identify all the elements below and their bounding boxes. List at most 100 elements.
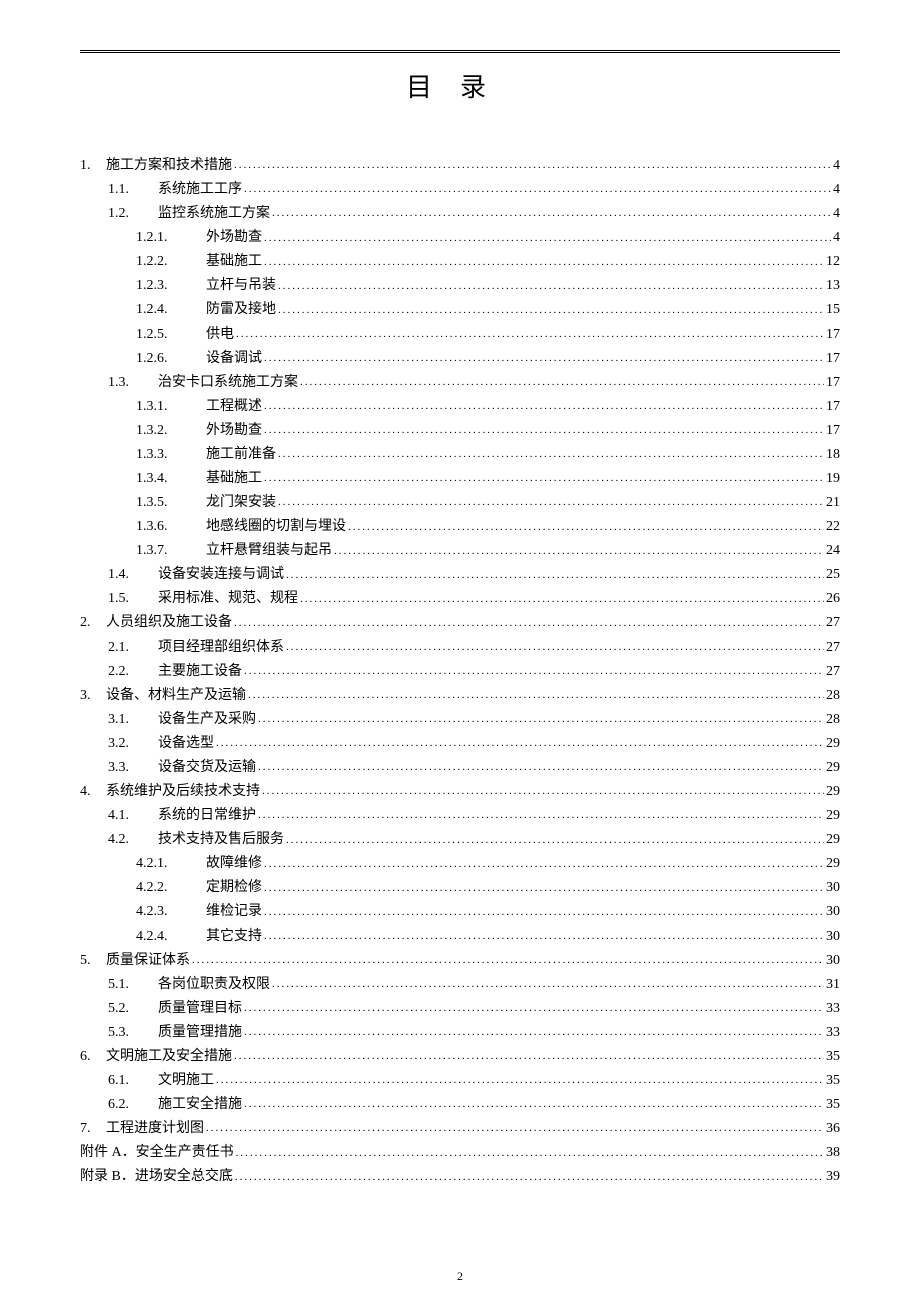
toc-page: 27 bbox=[826, 611, 840, 635]
toc-page: 24 bbox=[826, 539, 840, 563]
toc-entry[interactable]: 5.质量保证体系30 bbox=[80, 949, 840, 973]
toc-leader-dots bbox=[234, 1045, 824, 1069]
toc-number: 1.3. bbox=[108, 371, 158, 395]
toc-entry[interactable]: 1.1.系统施工工序4 bbox=[80, 178, 840, 202]
toc-number: 4. bbox=[80, 780, 106, 804]
toc-entry[interactable]: 4.2.3.维检记录30 bbox=[80, 900, 840, 924]
toc-label: 文明施工及安全措施 bbox=[106, 1045, 232, 1069]
toc-number: 6. bbox=[80, 1045, 106, 1069]
toc-label: 防雷及接地 bbox=[206, 298, 276, 322]
toc-leader-dots bbox=[234, 611, 824, 635]
toc-label: 设备调试 bbox=[206, 347, 262, 371]
toc-entry[interactable]: 1.3.6.地感线圈的切割与埋设22 bbox=[80, 515, 840, 539]
toc-leader-dots bbox=[272, 973, 824, 997]
toc-entry[interactable]: 1.2.4.防雷及接地15 bbox=[80, 298, 840, 322]
toc-entry[interactable]: 1.3.5.龙门架安装21 bbox=[80, 491, 840, 515]
toc-page: 17 bbox=[826, 395, 840, 419]
toc-number: 1.3.7. bbox=[136, 539, 206, 563]
toc-entry[interactable]: 3.1.设备生产及采购28 bbox=[80, 708, 840, 732]
toc-label: 主要施工设备 bbox=[158, 660, 242, 684]
toc-entry[interactable]: 5.3.质量管理措施33 bbox=[80, 1021, 840, 1045]
toc-label: 设备交货及运输 bbox=[158, 756, 256, 780]
toc-entry[interactable]: 6.1.文明施工35 bbox=[80, 1069, 840, 1093]
toc-leader-dots bbox=[264, 876, 824, 900]
toc-label: 外场勘查 bbox=[206, 419, 262, 443]
toc-label: 龙门架安装 bbox=[206, 491, 276, 515]
toc-leader-dots bbox=[216, 732, 824, 756]
toc-entry[interactable]: 1.5.采用标准、规范、规程 26 bbox=[80, 587, 840, 611]
toc-entry[interactable]: 6.文明施工及安全措施35 bbox=[80, 1045, 840, 1069]
toc-entry[interactable]: 1.2.3.立杆与吊装13 bbox=[80, 274, 840, 298]
toc-leader-dots bbox=[300, 371, 824, 395]
toc-entry[interactable]: 1.2.监控系统施工方案4 bbox=[80, 202, 840, 226]
toc-label: 采用标准、规范、规程 bbox=[158, 587, 298, 611]
toc-number: 6.1. bbox=[108, 1069, 158, 1093]
toc-entry[interactable]: 4.2.4.其它支持30 bbox=[80, 925, 840, 949]
toc-number: 1.2. bbox=[108, 202, 158, 226]
toc-entry[interactable]: 1.3.7.立杆悬臂组装与起吊24 bbox=[80, 539, 840, 563]
toc-number: 7. bbox=[80, 1117, 106, 1141]
toc-entry[interactable]: 1.3.治安卡口系统施工方案17 bbox=[80, 371, 840, 395]
toc-label: 系统施工工序 bbox=[158, 178, 242, 202]
toc-label: 其它支持 bbox=[206, 925, 262, 949]
toc-leader-dots bbox=[235, 1165, 824, 1189]
toc-number: 1.5. bbox=[108, 587, 158, 611]
toc-leader-dots bbox=[278, 274, 824, 298]
toc-page: 30 bbox=[826, 876, 840, 900]
toc-number: 2.2. bbox=[108, 660, 158, 684]
toc-entry[interactable]: 3.2.设备选型29 bbox=[80, 732, 840, 756]
toc-entry[interactable]: 4.2.技术支持及售后服务29 bbox=[80, 828, 840, 852]
toc-page: 36 bbox=[826, 1117, 840, 1141]
toc-entry[interactable]: 1.3.3.施工前准备18 bbox=[80, 443, 840, 467]
toc-leader-dots bbox=[286, 636, 824, 660]
toc-page: 29 bbox=[826, 780, 840, 804]
toc-leader-dots bbox=[236, 1141, 824, 1165]
toc-entry[interactable]: 4.系统维护及后续技术支持29 bbox=[80, 780, 840, 804]
toc-leader-dots bbox=[244, 997, 824, 1021]
toc-entry[interactable]: 1.3.2.外场勘查 17 bbox=[80, 419, 840, 443]
toc-entry[interactable]: 6.2.施工安全措施35 bbox=[80, 1093, 840, 1117]
toc-entry[interactable]: 2.2.主要施工设备27 bbox=[80, 660, 840, 684]
toc-entry[interactable]: 1.2.2.基础施工12 bbox=[80, 250, 840, 274]
toc-entry[interactable]: 2.人员组织及施工设备27 bbox=[80, 611, 840, 635]
toc-entry[interactable]: 4.2.2.定期检修30 bbox=[80, 876, 840, 900]
toc-entry[interactable]: 1.2.1.外场勘查4 bbox=[80, 226, 840, 250]
toc-page: 29 bbox=[826, 828, 840, 852]
toc-label: 监控系统施工方案 bbox=[158, 202, 270, 226]
toc-entry[interactable]: 3.3.设备交货及运输29 bbox=[80, 756, 840, 780]
toc-page: 39 bbox=[826, 1165, 840, 1189]
toc-entry[interactable]: 1.4.设备安装连接与调试25 bbox=[80, 563, 840, 587]
toc-entry[interactable]: 4.1.系统的日常维护29 bbox=[80, 804, 840, 828]
toc-number: 附件 A． bbox=[80, 1141, 136, 1165]
toc-leader-dots bbox=[244, 1021, 824, 1045]
toc-entry[interactable]: 2.1.项目经理部组织体系27 bbox=[80, 636, 840, 660]
toc-leader-dots bbox=[258, 708, 824, 732]
toc-label: 设备选型 bbox=[158, 732, 214, 756]
toc-entry[interactable]: 1.3.1.工程概述17 bbox=[80, 395, 840, 419]
toc-label: 进场安全总交底 bbox=[135, 1165, 233, 1189]
toc-entry[interactable]: 1.2.6.设备调试17 bbox=[80, 347, 840, 371]
toc-entry[interactable]: 附录 B．进场安全总交底39 bbox=[80, 1165, 840, 1189]
toc-entry[interactable]: 1.施工方案和技术措施4 bbox=[80, 154, 840, 178]
toc-entry[interactable]: 5.1.各岗位职责及权限31 bbox=[80, 973, 840, 997]
toc-entry[interactable]: 3.设备、材料生产及运输28 bbox=[80, 684, 840, 708]
toc-number: 1.3.2. bbox=[136, 419, 206, 443]
toc-number: 1.1. bbox=[108, 178, 158, 202]
toc-entry[interactable]: 附件 A．安全生产责任书38 bbox=[80, 1141, 840, 1165]
toc-label: 设备生产及采购 bbox=[158, 708, 256, 732]
toc-page: 27 bbox=[826, 636, 840, 660]
toc-page: 17 bbox=[826, 419, 840, 443]
toc-entry[interactable]: 5.2.质量管理目标33 bbox=[80, 997, 840, 1021]
toc-label: 施工安全措施 bbox=[158, 1093, 242, 1117]
toc-leader-dots bbox=[300, 587, 824, 611]
toc-label: 外场勘查 bbox=[206, 226, 262, 250]
toc-entry[interactable]: 1.2.5.供电17 bbox=[80, 323, 840, 347]
toc-page: 26 bbox=[826, 587, 840, 611]
toc-page: 30 bbox=[826, 949, 840, 973]
toc-leader-dots bbox=[286, 828, 824, 852]
toc-label: 供电 bbox=[206, 323, 234, 347]
toc-entry[interactable]: 7.工程进度计划图36 bbox=[80, 1117, 840, 1141]
toc-entry[interactable]: 1.3.4.基础施工19 bbox=[80, 467, 840, 491]
toc-entry[interactable]: 4.2.1.故障维修29 bbox=[80, 852, 840, 876]
toc-page: 22 bbox=[826, 515, 840, 539]
